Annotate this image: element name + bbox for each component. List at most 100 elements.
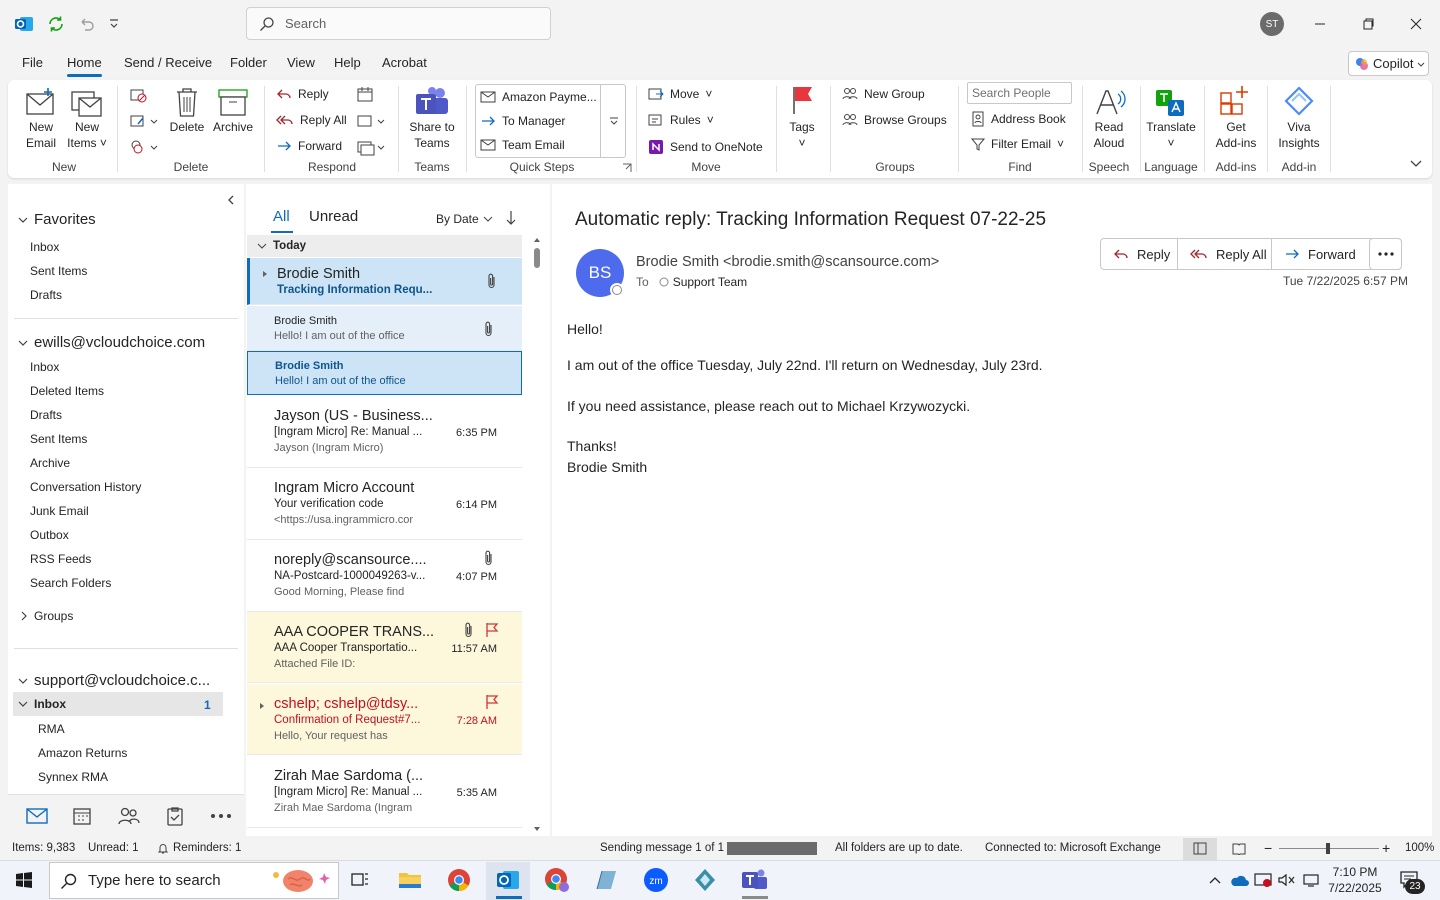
meeting-icon[interactable]	[356, 86, 374, 104]
folder-outbox[interactable]: Outbox	[30, 528, 69, 542]
address-book-button[interactable]: Address Book	[971, 111, 1066, 127]
ribbon-expand-icon[interactable]	[1410, 158, 1422, 168]
account-support-header[interactable]: support@vcloudchoice.c...	[18, 672, 210, 689]
flag-icon[interactable]	[485, 622, 499, 638]
volume-muted-icon[interactable]	[1272, 866, 1300, 894]
groups-header[interactable]: Groups	[20, 609, 73, 623]
folder-sent-items[interactable]: Sent Items	[30, 432, 87, 446]
task-view-icon[interactable]	[346, 866, 374, 894]
new-group-button[interactable]: New Group	[842, 87, 925, 101]
favorite-sent-items[interactable]: Sent Items	[30, 264, 87, 278]
ignore-icon[interactable]	[129, 86, 147, 104]
folder-search-folders[interactable]: Search Folders	[30, 576, 111, 590]
list-item[interactable]: Zirah Mae Sardoma (... [Ingram Micro] Re…	[247, 758, 522, 828]
account-ewills-header[interactable]: ewills@vcloudchoice.com	[18, 334, 205, 351]
junk-icon[interactable]	[129, 138, 159, 156]
chrome-icon[interactable]	[445, 866, 473, 894]
user-avatar[interactable]: ST	[1260, 12, 1284, 36]
reading-view-button[interactable]	[1232, 842, 1246, 855]
folder-drafts[interactable]: Drafts	[30, 408, 62, 422]
forward-button[interactable]: Forward	[1272, 238, 1368, 270]
list-item[interactable]: cshelp; cshelp@tdsy... Confirmation of R…	[247, 684, 522, 755]
menu-home[interactable]: Home	[67, 55, 102, 77]
mail-icon[interactable]	[26, 807, 48, 825]
sort-by-date[interactable]: By Date	[436, 212, 493, 226]
taskbar-search[interactable]: Type here to search	[49, 862, 339, 899]
viva-insights-button[interactable]	[1282, 84, 1316, 118]
folder-synnex-rma[interactable]: Synnex RMA	[38, 770, 108, 784]
list-scrollbar[interactable]	[530, 236, 544, 834]
menu-view[interactable]: View	[287, 55, 315, 70]
list-item[interactable]: Brodie Smith Hello! I am out of the offi…	[247, 351, 522, 395]
list-item[interactable]: noreply@scansource.... NA-Postcard-10000…	[247, 542, 522, 612]
folder-inbox[interactable]: Inbox	[30, 360, 59, 374]
expand-thread-icon[interactable]	[262, 270, 268, 278]
move-button[interactable]: Move ˅	[648, 87, 712, 101]
sync-icon[interactable]	[44, 12, 68, 36]
start-button[interactable]	[10, 866, 38, 894]
favorite-drafts[interactable]: Drafts	[30, 288, 62, 302]
quick-step-amazon[interactable]: Amazon Payme...	[480, 90, 597, 104]
reply-button[interactable]: Reply	[1101, 238, 1182, 270]
forward-button[interactable]: Forward	[276, 139, 342, 153]
undo-icon[interactable]	[74, 12, 98, 36]
teams-taskbar-icon[interactable]	[740, 866, 768, 894]
list-item[interactable]: AAA COOPER TRANS... AAA Cooper Transport…	[247, 612, 522, 683]
collapse-pane-icon[interactable]	[226, 194, 236, 206]
scrollbar-thumb[interactable]	[534, 248, 540, 268]
archive-button[interactable]	[216, 86, 250, 120]
network-icon[interactable]	[1297, 866, 1325, 894]
sender-name[interactable]: Brodie Smith <brodie.smith@scansource.co…	[636, 254, 939, 270]
zoom-slider-thumb[interactable]	[1326, 843, 1330, 854]
webex-icon[interactable]	[691, 866, 719, 894]
browse-groups-button[interactable]: Browse Groups	[842, 113, 947, 127]
share-to-teams-button[interactable]	[414, 86, 450, 120]
read-aloud-button[interactable]	[1094, 86, 1126, 120]
tab-all[interactable]: All	[273, 208, 290, 225]
delete-button[interactable]	[173, 86, 201, 120]
list-item[interactable]: Jayson (US - Business... [Ingram Micro] …	[247, 398, 522, 468]
clean-up-icon[interactable]	[129, 112, 159, 130]
chrome-profile-icon[interactable]	[543, 866, 571, 894]
menu-file[interactable]: File	[22, 55, 43, 70]
people-icon[interactable]	[118, 806, 140, 826]
expand-thread-icon[interactable]	[259, 702, 265, 710]
more-respond-icon[interactable]	[356, 138, 386, 156]
menu-acrobat[interactable]: Acrobat	[382, 55, 427, 70]
quick-step-team-email[interactable]: Team Email	[480, 138, 565, 152]
folder-archive[interactable]: Archive	[30, 456, 70, 470]
close-button[interactable]	[1401, 10, 1431, 38]
favorites-header[interactable]: Favorites	[18, 211, 96, 228]
quick-step-to-manager[interactable]: To Manager	[480, 114, 565, 128]
tasks-icon[interactable]	[166, 806, 184, 826]
flag-icon[interactable]	[485, 694, 499, 710]
filter-email-button[interactable]: Filter Email ˅	[971, 137, 1064, 151]
calendar-icon[interactable]	[72, 806, 92, 826]
send-to-onenote-button[interactable]: Send to OneNote	[648, 139, 763, 155]
section-today[interactable]: Today	[247, 235, 522, 257]
folder-junk-email[interactable]: Junk Email	[30, 504, 89, 518]
new-items-button[interactable]	[70, 86, 104, 120]
reminders[interactable]: Reminders: 1	[157, 842, 241, 854]
list-item[interactable]: Brodie Smith Tracking Information Requ..…	[247, 258, 522, 305]
folder-amazon-returns[interactable]: Amazon Returns	[38, 746, 127, 760]
folder-deleted-items[interactable]: Deleted Items	[30, 384, 104, 398]
sort-direction-icon[interactable]	[505, 210, 517, 226]
menu-folder[interactable]: Folder	[230, 55, 267, 70]
minimize-button[interactable]	[1305, 10, 1335, 38]
reply-button[interactable]: Reply	[276, 87, 329, 101]
new-email-button[interactable]	[24, 86, 58, 120]
folder-conversation-history[interactable]: Conversation History	[30, 480, 141, 494]
menu-send-receive[interactable]: Send / Receive	[124, 55, 212, 70]
favorite-inbox[interactable]: Inbox	[30, 240, 59, 254]
zoom-in-button[interactable]: +	[1382, 840, 1390, 856]
outlook-taskbar-icon[interactable]	[494, 866, 522, 894]
menu-help[interactable]: Help	[334, 55, 361, 70]
normal-view-button[interactable]	[1183, 838, 1217, 860]
get-add-ins-button[interactable]	[1218, 84, 1252, 118]
customize-toolbar-icon[interactable]	[102, 12, 126, 36]
im-icon[interactable]	[356, 112, 386, 130]
file-explorer-icon[interactable]	[396, 866, 424, 894]
more-apps-icon[interactable]	[210, 813, 232, 819]
search-box[interactable]: Search	[246, 7, 551, 40]
